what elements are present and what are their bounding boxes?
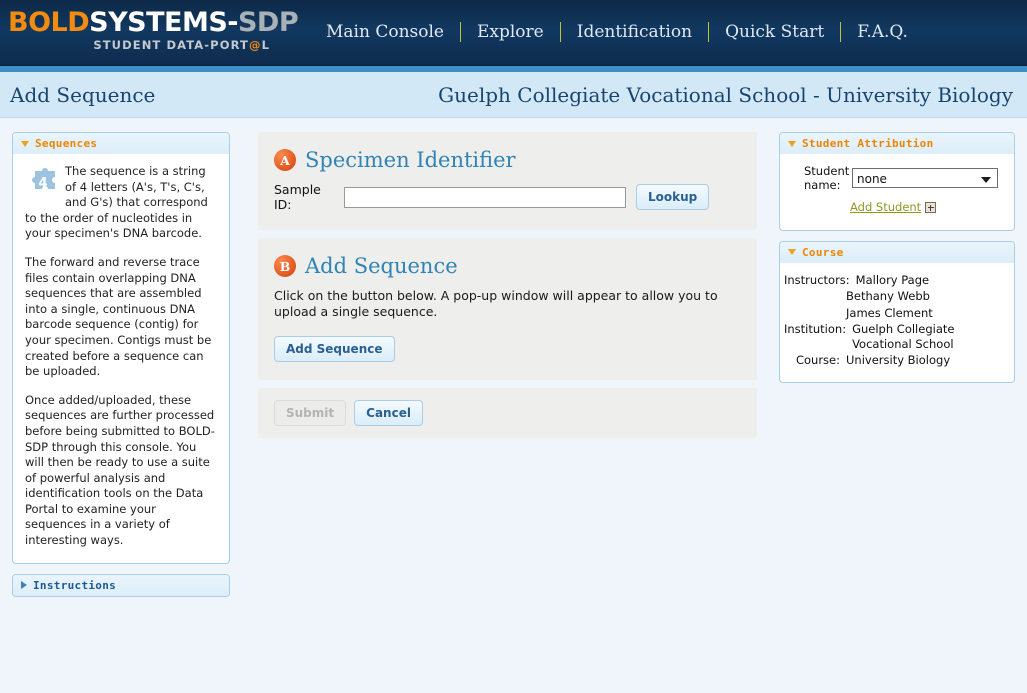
student-name-select[interactable]: none (852, 168, 998, 188)
course-info-value: Bethany Webb (846, 289, 930, 304)
add-student-row: Add Student (850, 200, 1002, 216)
add-sequence-description: Click on the button below. A pop-up wind… (274, 288, 718, 319)
step-badge-b: B (274, 255, 296, 277)
logo-tagline-post: L (261, 38, 270, 52)
student-name-label-line1: Student (804, 164, 850, 178)
course-info-label: Instructors: (784, 272, 850, 287)
course-panel: Course Instructors: Mallory Page Bethany… (779, 240, 1015, 383)
form-actions-card: Submit Cancel (258, 388, 757, 438)
main-content: A Specimen Identifier Sample ID: Lookup … (258, 132, 757, 446)
course-info-value: University Biology (846, 353, 951, 368)
logo-tagline-pre: STUDENT DATA-PORT (93, 38, 249, 52)
instructions-panel-title: Instructions (33, 578, 117, 592)
course-info-row: Instructors: Mallory Page (784, 273, 1004, 288)
section-a-title: Specimen Identifier (305, 148, 516, 172)
cancel-button[interactable]: Cancel (354, 400, 423, 426)
right-sidebar: Student Attribution Student name: none A… (779, 132, 1015, 393)
course-info-row: James Clement (784, 306, 1004, 321)
nav-item-identification[interactable]: Identification (561, 22, 708, 42)
sequences-panel-body: 4 The sequence is a string of 4 letters … (13, 154, 229, 563)
course-info-value: Mallory Page (855, 272, 930, 287)
logo-at-symbol: @ (248, 38, 262, 52)
form-actions: Submit Cancel (274, 400, 741, 426)
svg-text:4: 4 (38, 176, 47, 191)
submit-button[interactable]: Submit (274, 400, 347, 426)
nav-item-quick-start[interactable]: Quick Start (709, 22, 840, 42)
student-attribution-header[interactable]: Student Attribution (780, 133, 1014, 154)
student-attribution-panel: Student Attribution Student name: none A… (779, 132, 1015, 231)
specimen-identifier-card: A Specimen Identifier Sample ID: Lookup (258, 132, 757, 230)
page-body: Sequences 4 The sequence is a string of … (0, 118, 1027, 693)
student-attribution-title: Student Attribution (802, 137, 934, 150)
add-sequence-button[interactable]: Add Sequence (274, 336, 395, 362)
student-name-selected-value: none (857, 172, 887, 186)
course-panel-header[interactable]: Course (780, 241, 1014, 263)
page-title: Add Sequence (10, 82, 156, 107)
sequences-panel: Sequences 4 The sequence is a string of … (12, 132, 230, 564)
student-name-label-line2: name: (804, 178, 841, 192)
nav-item-main-console[interactable]: Main Console (310, 22, 460, 42)
main-navigation: Main Console Explore Identification Quic… (310, 22, 924, 42)
course-info-value: Guelph Collegiate Vocational School (852, 322, 955, 351)
page-subheader: Add Sequence Guelph Collegiate Vocationa… (0, 72, 1027, 118)
course-info-row: Course: University Biology (784, 353, 1004, 368)
left-sidebar: Sequences 4 The sequence is a string of … (12, 132, 230, 607)
instructions-panel: Instructions (12, 573, 230, 597)
student-attribution-body: Student name: none Add Student (780, 154, 1014, 230)
section-a-header: A Specimen Identifier (274, 148, 741, 172)
section-b-title: Add Sequence (305, 254, 458, 278)
chevron-down-icon[interactable] (981, 177, 991, 183)
sequences-paragraph-2: The forward and reverse trace files cont… (25, 254, 212, 379)
puzzle-piece-4-icon: 4 (27, 168, 59, 203)
course-info-label: Institution: (784, 322, 847, 337)
sample-id-input[interactable] (344, 186, 626, 208)
plus-icon[interactable] (925, 202, 937, 214)
chevron-down-icon[interactable] (21, 140, 29, 147)
nav-item-explore[interactable]: Explore (461, 22, 560, 42)
lookup-button[interactable]: Lookup (636, 184, 710, 210)
logo-wordmark: BOLDSYSTEMS-SDP (8, 7, 299, 38)
logo-bold-text: BOLD (8, 7, 90, 38)
course-info-row: Bethany Webb (784, 289, 1004, 304)
logo-sdp-text: SDP (237, 7, 299, 38)
sample-id-row: Sample ID: Lookup (274, 182, 741, 212)
sequences-panel-header[interactable]: Sequences (13, 133, 229, 154)
sequences-paragraph-3: Once added/uploaded, these sequences are… (25, 392, 215, 548)
course-panel-body: Instructors: Mallory Page Bethany Webb J… (780, 263, 1014, 382)
site-logo[interactable]: BOLDSYSTEMS-SDP STUDENT DATA-PORT@L (8, 7, 299, 53)
course-info-label: Course: (795, 353, 840, 368)
logo-systems-text: SYSTEMS- (89, 7, 238, 38)
course-info-value: James Clement (846, 305, 933, 320)
course-panel-title: Course (802, 245, 844, 259)
add-student-link[interactable]: Add Student (850, 200, 921, 216)
course-info-row: Institution: Guelph Collegiate Vocationa… (784, 322, 1004, 351)
step-badge-a: A (274, 149, 296, 171)
chevron-down-icon[interactable] (788, 249, 796, 256)
instructions-panel-header[interactable]: Instructions (13, 574, 229, 596)
student-name-row: Student name: none (792, 164, 1002, 192)
logo-tagline: STUDENT DATA-PORT@L (8, 38, 298, 52)
add-sequence-card: B Add Sequence Click on the button below… (258, 238, 757, 380)
chevron-right-icon[interactable] (21, 581, 27, 590)
course-context-label: Guelph Collegiate Vocational School - Un… (438, 82, 1013, 107)
site-header: BOLDSYSTEMS-SDP STUDENT DATA-PORT@L Main… (0, 0, 1027, 66)
section-b-header: B Add Sequence (274, 254, 741, 278)
student-name-label: Student name: (804, 164, 850, 192)
chevron-down-icon[interactable] (788, 140, 796, 147)
sequences-panel-title: Sequences (35, 137, 98, 150)
sample-id-label: Sample ID: (274, 182, 321, 212)
nav-item-faq[interactable]: F.A.Q. (841, 22, 924, 42)
